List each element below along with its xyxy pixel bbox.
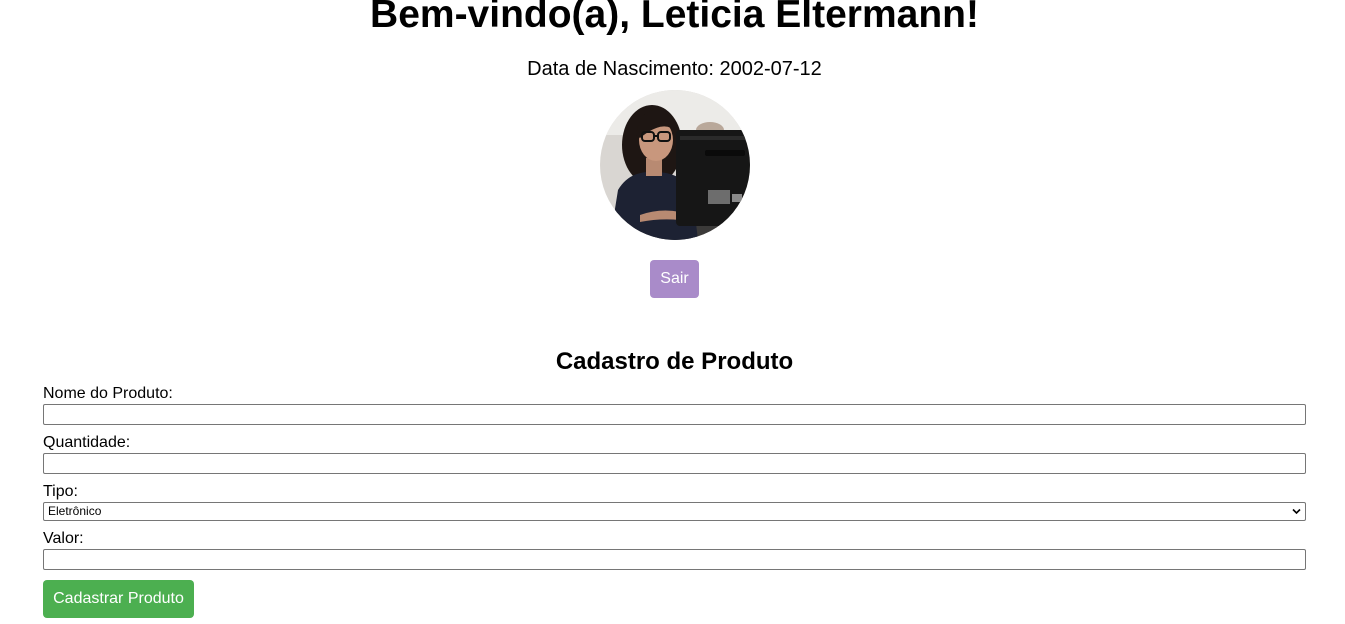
birth-date-line: Data de Nascimento: 2002-07-12	[0, 57, 1345, 81]
type-label: Tipo:	[43, 483, 78, 500]
page: Bem-vindo(a), Leticia Eltermann! Data de…	[0, 0, 1345, 624]
price-label: Valor:	[43, 530, 84, 547]
chevron-down-icon	[1292, 508, 1301, 515]
birth-date-label: Data de Nascimento:	[527, 58, 714, 80]
profile-photo-icon	[600, 90, 750, 240]
type-select-value: Eletrônico	[48, 504, 102, 518]
quantity-label: Quantidade:	[43, 434, 131, 451]
product-name-input[interactable]	[43, 404, 1306, 425]
welcome-title: Bem-vindo(a), Leticia Eltermann!	[370, 0, 979, 36]
quantity-input[interactable]	[43, 453, 1306, 474]
product-name-label: Nome do Produto:	[43, 385, 173, 402]
birth-date-value: 2002-07-12	[719, 58, 822, 80]
logout-button[interactable]: Sair	[650, 260, 699, 298]
register-product-button[interactable]: Cadastrar Produto	[43, 580, 194, 618]
type-select[interactable]: Eletrônico	[43, 502, 1306, 521]
price-input[interactable]	[43, 549, 1306, 570]
avatar	[600, 90, 750, 240]
form-title: Cadastro de Produto	[555, 348, 794, 375]
